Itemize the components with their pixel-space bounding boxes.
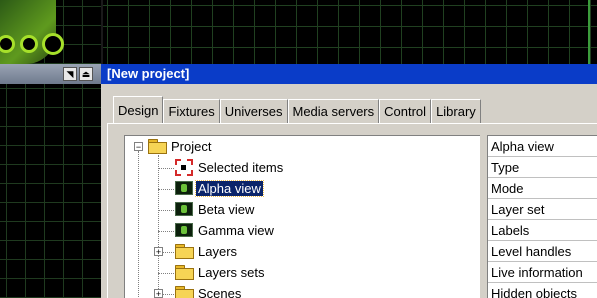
left-panel-grid: [0, 84, 101, 298]
tree-collapse-toggle[interactable]: −: [134, 142, 143, 152]
logo-ball-icon: [42, 33, 64, 55]
pin-icon[interactable]: ◥: [63, 67, 77, 81]
folder-open-icon: [148, 139, 167, 154]
view-icon: [175, 202, 193, 216]
property-row[interactable]: Alpha view: [488, 136, 597, 157]
folder-icon: [175, 286, 194, 298]
property-row[interactable]: Labels: [488, 220, 597, 241]
tree-node-scenes[interactable]: Scenes: [175, 283, 243, 298]
property-row[interactable]: Mode: [488, 178, 597, 199]
tree-node-alpha-view[interactable]: Alpha view: [175, 178, 264, 198]
property-row[interactable]: Layer set: [488, 199, 597, 220]
tree-connector: [158, 155, 159, 295]
logo-ball-icon: [20, 35, 38, 53]
selection-icon: [175, 158, 193, 176]
window-title: [New project]: [107, 66, 190, 81]
property-row[interactable]: Type: [488, 157, 597, 178]
tree-connector: [158, 189, 174, 190]
window-title-bar: [New project]: [101, 64, 597, 84]
tree-node-label: Selected items: [198, 159, 284, 175]
tree-connector: [158, 231, 174, 232]
tab-control[interactable]: Control: [379, 99, 432, 123]
tree-connector: [138, 151, 139, 298]
tree-connector: [158, 210, 174, 211]
tab-design[interactable]: Design: [113, 96, 164, 123]
project-tree[interactable]: − Project Selected items Alpha view Beta…: [124, 135, 480, 298]
folder-icon: [175, 265, 194, 280]
property-list[interactable]: Alpha view Type Mode Layer set Labels Le…: [487, 135, 597, 298]
tree-node-gamma-view[interactable]: Gamma view: [175, 220, 276, 240]
left-panel-header: ◥ ⏏: [0, 64, 101, 85]
tab-strip: Design Fixtures Universes Media servers …: [113, 96, 481, 123]
app-logo: [0, 0, 56, 64]
tree-expand-toggle[interactable]: +: [154, 247, 163, 257]
property-row[interactable]: Hidden objects: [488, 283, 597, 298]
view-icon: [175, 223, 193, 237]
tree-node-layers-sets[interactable]: Layers sets: [175, 262, 266, 282]
stage-grid[interactable]: [101, 0, 597, 64]
eject-icon[interactable]: ⏏: [79, 67, 93, 81]
tree-node-label: Gamma view: [198, 222, 274, 238]
tree-node-label: Project: [171, 138, 212, 154]
tree-node-layers[interactable]: Layers: [175, 241, 239, 261]
property-row[interactable]: Live information: [488, 262, 597, 283]
tab-library[interactable]: Library: [431, 99, 481, 123]
tree-node-project[interactable]: Project: [148, 136, 213, 156]
tree-connector: [158, 273, 174, 274]
logo-area: [0, 0, 101, 64]
tree-node-label: Layers: [198, 243, 238, 259]
property-row[interactable]: Level handles: [488, 241, 597, 262]
tree-node-label: Scenes: [198, 285, 242, 298]
tree-node-label: Alpha view: [195, 179, 264, 197]
tree-expand-toggle[interactable]: +: [154, 289, 163, 298]
tab-universes[interactable]: Universes: [219, 99, 288, 123]
folder-icon: [175, 244, 194, 259]
tree-node-selected-items[interactable]: Selected items: [175, 157, 285, 177]
tree-node-label: Beta view: [198, 201, 255, 217]
tab-fixtures[interactable]: Fixtures: [163, 99, 220, 123]
tab-media-servers[interactable]: Media servers: [287, 99, 380, 123]
tree-node-beta-view[interactable]: Beta view: [175, 199, 256, 219]
grid-accent-line: [588, 0, 590, 64]
view-icon: [175, 181, 193, 195]
tree-connector: [158, 168, 174, 169]
tree-node-label: Layers sets: [198, 264, 265, 280]
